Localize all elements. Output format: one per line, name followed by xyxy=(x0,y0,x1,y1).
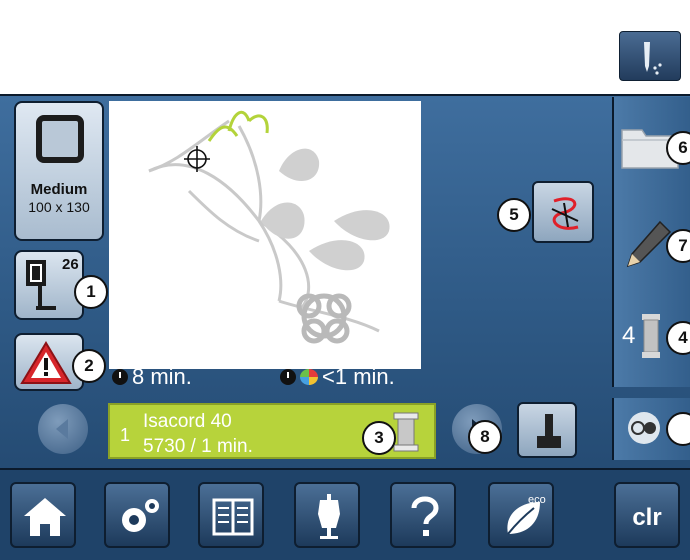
sewing-consultant-button[interactable] xyxy=(294,482,360,548)
palette-icon xyxy=(300,369,318,385)
prev-color-button[interactable] xyxy=(38,404,88,454)
eco-icon xyxy=(507,502,540,535)
presser-foot-button[interactable]: 26 xyxy=(14,250,84,320)
sewing-consultant-icon xyxy=(318,494,340,539)
hoop-icon xyxy=(36,115,84,163)
needle-stop-button[interactable] xyxy=(619,31,681,81)
settings-button[interactable] xyxy=(104,482,170,548)
presser-foot-number: 26 xyxy=(62,256,79,273)
hoop-select-button[interactable]: Medium 100 x 130 xyxy=(14,101,104,241)
clock-icon xyxy=(280,369,296,385)
help-button[interactable] xyxy=(390,482,456,548)
color-count: 4 xyxy=(622,322,636,349)
needle-icon xyxy=(644,42,662,75)
settings-icon xyxy=(122,499,159,532)
callout-2: 2 xyxy=(72,349,106,383)
total-time-value: 8 min. xyxy=(132,364,192,389)
eco-label: eco xyxy=(528,494,546,506)
tutorial-button[interactable] xyxy=(198,482,264,548)
thread-cutter-button[interactable] xyxy=(517,402,577,458)
embroidery-design xyxy=(148,110,390,344)
clear-label: clr xyxy=(632,504,662,531)
hoop-name: Medium xyxy=(30,181,88,198)
design-preview[interactable] xyxy=(109,101,421,369)
color-time-value: <1 min. xyxy=(322,364,395,389)
thread-name: Isacord 40 xyxy=(143,411,232,432)
resew-icon xyxy=(551,197,579,230)
color-time: <1 min. xyxy=(280,364,395,390)
tutorial-icon xyxy=(212,498,254,536)
home-icon xyxy=(24,498,66,536)
thread-cutter-icon xyxy=(537,414,561,448)
callout-3: 3 xyxy=(362,421,396,455)
thread-index: 1 xyxy=(120,425,131,445)
callout-5: 5 xyxy=(497,198,531,232)
clock-icon xyxy=(112,369,128,385)
embroidery-screen: { "hoop": { "name": "Medium", "size": "1… xyxy=(0,0,690,560)
prev-arrow-icon xyxy=(56,419,68,439)
hoop-size: 100 x 130 xyxy=(28,199,90,215)
check-design-button[interactable] xyxy=(532,181,594,243)
home-button[interactable] xyxy=(10,482,76,548)
clear-button[interactable]: clr xyxy=(614,482,680,548)
eco-button[interactable]: eco xyxy=(488,482,554,548)
callout-8: 8 xyxy=(468,420,502,454)
callout-1: 1 xyxy=(74,275,108,309)
thread-detail: 5730 / 1 min. xyxy=(143,436,253,457)
total-time: 8 min. xyxy=(112,364,192,390)
help-icon xyxy=(411,496,439,536)
